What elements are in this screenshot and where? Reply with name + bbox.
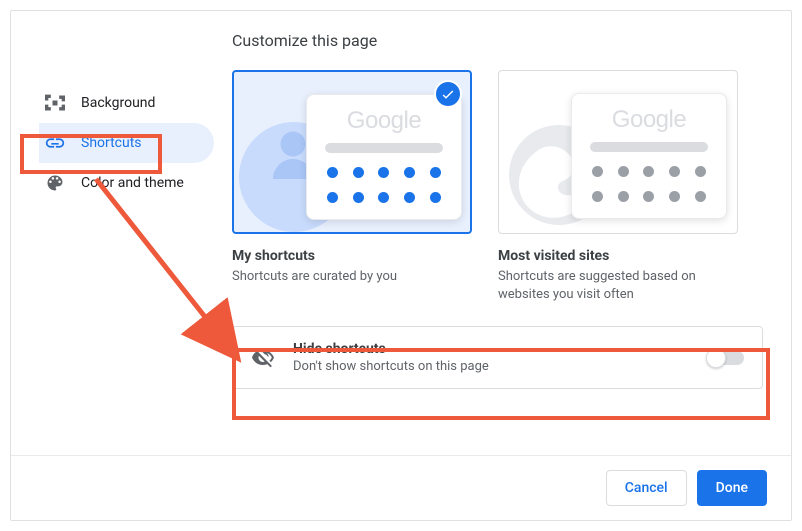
google-logo: Google (321, 109, 447, 133)
page-title: Customize this page (232, 31, 763, 50)
option-my-shortcuts: Google My shortcuts Shortcuts are cu (232, 70, 472, 304)
dialog-body: Background Shortcuts Color and theme (11, 11, 791, 455)
option-title: Most visited sites (498, 248, 738, 264)
customize-dialog: Background Shortcuts Color and theme (10, 10, 792, 521)
palette-icon (43, 171, 67, 195)
searchbar-mock (325, 143, 443, 153)
sidebar-item-color-theme[interactable]: Color and theme (39, 163, 214, 203)
hide-title: Hide shortcuts (293, 341, 708, 357)
preview-tile: Google (306, 94, 462, 220)
option-desc: Shortcuts are curated by you (232, 268, 472, 286)
main: Customize this page Google (214, 31, 763, 445)
searchbar-mock (590, 142, 708, 152)
sidebar: Background Shortcuts Color and theme (39, 31, 214, 445)
shortcut-dots (321, 167, 447, 203)
sidebar-item-label: Color and theme (81, 175, 184, 191)
preview-tile: Google (571, 93, 727, 219)
button-label: Done (716, 480, 748, 496)
cancel-button[interactable]: Cancel (606, 470, 687, 506)
visibility-off-icon (251, 346, 275, 370)
sidebar-item-label: Shortcuts (81, 135, 142, 151)
button-label: Cancel (625, 480, 668, 496)
sidebar-item-label: Background (81, 95, 155, 111)
card-most-visited[interactable]: Google (498, 70, 738, 234)
hide-shortcuts-toggle[interactable] (708, 351, 744, 365)
link-icon (43, 131, 67, 155)
option-desc: Shortcuts are suggested based on website… (498, 268, 738, 304)
card-my-shortcuts[interactable]: Google (232, 70, 472, 234)
sidebar-item-background[interactable]: Background (39, 83, 214, 123)
frame-icon (43, 91, 67, 115)
hide-shortcuts-row: Hide shortcuts Don't show shortcuts on t… (232, 326, 763, 389)
option-most-visited: Google Most visited sites Shortcuts are … (498, 70, 738, 304)
option-title: My shortcuts (232, 248, 472, 264)
shortcut-options: Google My shortcuts Shortcuts are cu (232, 70, 763, 304)
done-button[interactable]: Done (697, 470, 767, 506)
hide-text: Hide shortcuts Don't show shortcuts on t… (293, 341, 708, 374)
google-logo: Google (586, 108, 712, 132)
selected-check-icon (434, 80, 462, 108)
hide-desc: Don't show shortcuts on this page (293, 359, 708, 374)
shortcut-dots (586, 166, 712, 202)
dialog-footer: Cancel Done (11, 455, 791, 520)
sidebar-item-shortcuts[interactable]: Shortcuts (39, 123, 214, 163)
